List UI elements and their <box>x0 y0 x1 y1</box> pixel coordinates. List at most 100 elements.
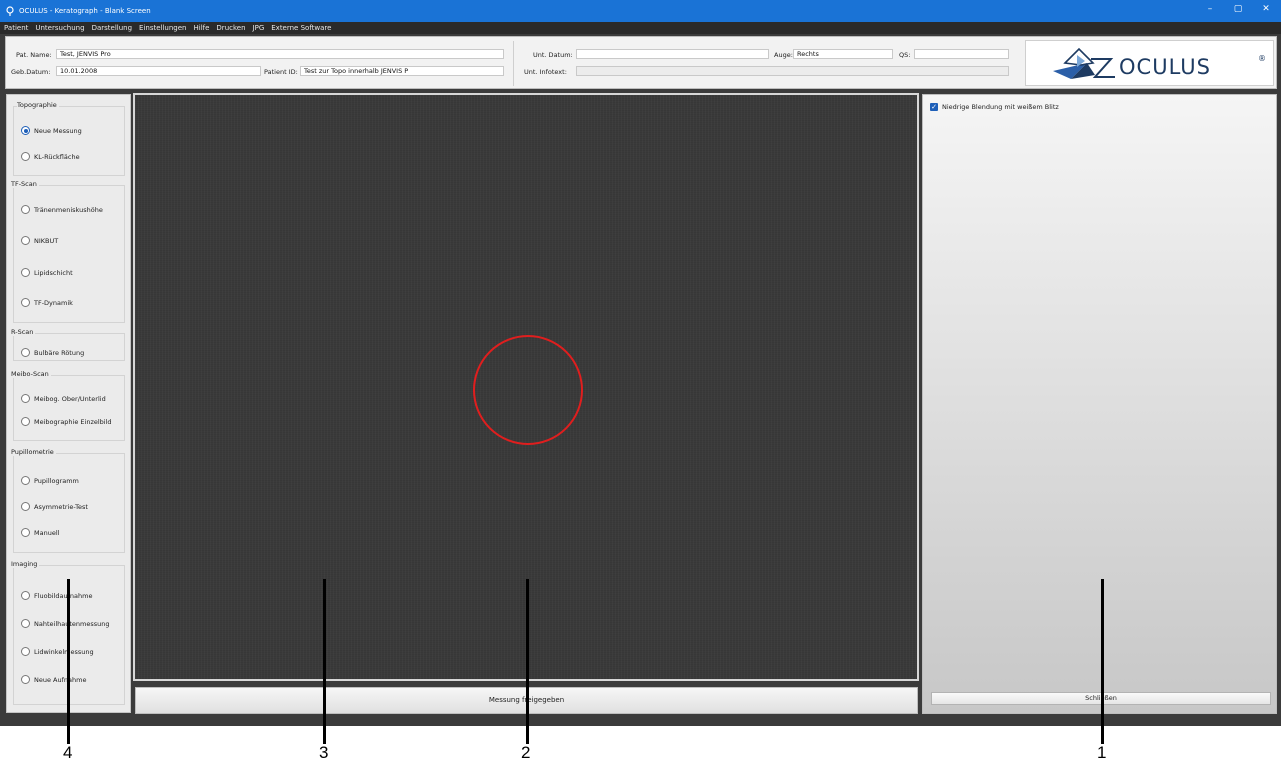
checkbox-label: Niedrige Blendung mit weißem Blitz <box>942 103 1059 111</box>
radio-icon[interactable] <box>21 236 30 245</box>
geb-datum-field[interactable]: 10.01.2008 <box>56 66 261 76</box>
callout-line-3 <box>323 579 326 744</box>
radio-icon[interactable] <box>21 528 30 537</box>
callout-number-4: 4 <box>63 743 73 762</box>
option-label: Neue Messung <box>34 126 82 135</box>
alignment-target-circle <box>473 335 583 445</box>
menu-untersuchung[interactable]: Untersuchung <box>35 24 84 32</box>
option-label: Pupillogramm <box>34 476 79 485</box>
option-label: Lipidschicht <box>34 268 73 277</box>
maximize-button[interactable]: ▢ <box>1228 2 1248 16</box>
keratograph-window: OCULUS - Keratograph - Blank Screen – ▢ … <box>0 0 1281 726</box>
minimize-button[interactable]: – <box>1200 2 1220 16</box>
logo-text: OCULUS <box>1119 55 1211 79</box>
callout-number-2: 2 <box>521 743 531 762</box>
menu-darstellung[interactable]: Darstellung <box>92 24 132 32</box>
option-asymmetrie-test[interactable]: Asymmetrie-Test <box>21 502 88 511</box>
radio-icon[interactable] <box>21 476 30 485</box>
radio-selected-icon[interactable] <box>21 126 30 135</box>
option-meibog-ober-unterlid[interactable]: Meibog. Ober/Unterlid <box>21 394 106 403</box>
menu-patient[interactable]: Patient <box>4 24 28 32</box>
radio-icon[interactable] <box>21 152 30 161</box>
callout-number-3: 3 <box>319 743 329 762</box>
auge-label: Auge: <box>774 51 793 59</box>
group-title-pupillometrie: Pupillometrie <box>11 448 56 456</box>
checkbox-checked-icon[interactable]: ✓ <box>930 103 938 111</box>
radio-icon[interactable] <box>21 394 30 403</box>
auge-field[interactable]: Rechts <box>793 49 893 59</box>
radio-icon[interactable] <box>21 502 30 511</box>
close-window-button[interactable]: ✕ <box>1256 2 1276 16</box>
pat-name-label: Pat. Name: <box>16 51 52 59</box>
option-label: Neue Aufnahme <box>34 675 87 684</box>
patient-id-field[interactable]: Test zur Topo innerhalb JENVIS P <box>300 66 504 76</box>
option-label: Manuell <box>34 528 60 537</box>
option-fluobildaufnahme[interactable]: Fluobildaufnahme <box>21 591 92 600</box>
option-label: Tränenmeniskushöhe <box>34 205 103 214</box>
radio-icon[interactable] <box>21 348 30 357</box>
pat-name-field[interactable]: Test, JENVIS Pro <box>56 49 504 59</box>
header-divider <box>513 41 514 86</box>
group-title-imaging: Imaging <box>11 560 40 568</box>
option-label: Bulbäre Rötung <box>34 348 85 357</box>
option-label: Meibographie Einzelbild <box>34 417 112 426</box>
option-label: Meibog. Ober/Unterlid <box>34 394 106 403</box>
option-nikbut[interactable]: NIKBUT <box>21 236 58 245</box>
option-neue-messung[interactable]: Neue Messung <box>21 126 82 135</box>
qs-field[interactable] <box>914 49 1009 59</box>
radio-icon[interactable] <box>21 591 30 600</box>
window-title: OCULUS - Keratograph - Blank Screen <box>19 7 151 15</box>
menu-drucken[interactable]: Drucken <box>216 24 245 32</box>
menu-externe-software[interactable]: Externe Software <box>271 24 331 32</box>
option-label: Lidwinkelmessung <box>34 647 94 656</box>
option-neue-aufnahme[interactable]: Neue Aufnahme <box>21 675 86 684</box>
menu-hilfe[interactable]: Hilfe <box>193 24 209 32</box>
callout-number-1: 1 <box>1097 743 1107 762</box>
unt-datum-field[interactable] <box>576 49 769 59</box>
group-title-meibo-scan: Meibo-Scan <box>11 370 51 378</box>
title-bar: OCULUS - Keratograph - Blank Screen – ▢ … <box>0 0 1281 22</box>
option-manuell[interactable]: Manuell <box>21 528 59 537</box>
group-title-topographie: Topographie <box>17 101 59 109</box>
option-nahteilhautenmessung[interactable]: Nahteilhautenmessung <box>21 619 109 628</box>
option-label: TF-Dynamik <box>34 298 73 307</box>
logo-registered-mark: ® <box>1258 54 1266 63</box>
option-kl-rueckflaeche[interactable]: KL-Rückfläche <box>21 152 80 161</box>
oculus-emblem-icon <box>1053 47 1115 79</box>
geb-datum-label: Geb.Datum: <box>11 68 51 76</box>
menu-einstellungen[interactable]: Einstellungen <box>139 24 186 32</box>
radio-icon[interactable] <box>21 268 30 277</box>
options-panel: ✓ Niedrige Blendung mit weißem Blitz Sch… <box>922 94 1277 714</box>
group-title-r-scan: R-Scan <box>11 328 36 336</box>
patient-id-label: Patient ID: <box>264 68 298 76</box>
callout-line-2 <box>526 579 529 744</box>
radio-icon[interactable] <box>21 205 30 214</box>
option-traenenmeniskushoehe[interactable]: Tränenmeniskushöhe <box>21 205 103 214</box>
group-meibo-scan <box>13 375 125 441</box>
unt-infotext-label: Unt. Infotext: <box>524 68 567 76</box>
radio-icon[interactable] <box>21 675 30 684</box>
radio-icon[interactable] <box>21 647 30 656</box>
radio-icon[interactable] <box>21 619 30 628</box>
option-lidwinkelmessung[interactable]: Lidwinkelmessung <box>21 647 94 656</box>
option-label: KL-Rückfläche <box>34 152 80 161</box>
low-glare-checkbox-row[interactable]: ✓ Niedrige Blendung mit weißem Blitz <box>930 103 1059 111</box>
radio-icon[interactable] <box>21 417 30 426</box>
option-label: Asymmetrie-Test <box>34 502 88 511</box>
group-topographie <box>13 106 125 176</box>
option-label: Fluobildaufnahme <box>34 591 93 600</box>
menu-jpg[interactable]: JPG <box>253 24 265 32</box>
option-lipidschicht[interactable]: Lipidschicht <box>21 268 73 277</box>
group-title-tf-scan: TF-Scan <box>11 180 39 188</box>
callout-line-1 <box>1101 579 1104 744</box>
callout-line-4 <box>67 579 70 744</box>
option-tf-dynamik[interactable]: TF-Dynamik <box>21 298 73 307</box>
qs-label: QS: <box>899 51 911 59</box>
option-label: Nahteilhautenmessung <box>34 619 110 628</box>
unt-infotext-field[interactable] <box>576 66 1009 76</box>
option-bulbaere-roetung[interactable]: Bulbäre Rötung <box>21 348 84 357</box>
option-meibographie-einzelbild[interactable]: Meibographie Einzelbild <box>21 417 112 426</box>
patient-header: Pat. Name: Test, JENVIS Pro Geb.Datum: 1… <box>5 36 1277 89</box>
radio-icon[interactable] <box>21 298 30 307</box>
option-pupillogramm[interactable]: Pupillogramm <box>21 476 79 485</box>
